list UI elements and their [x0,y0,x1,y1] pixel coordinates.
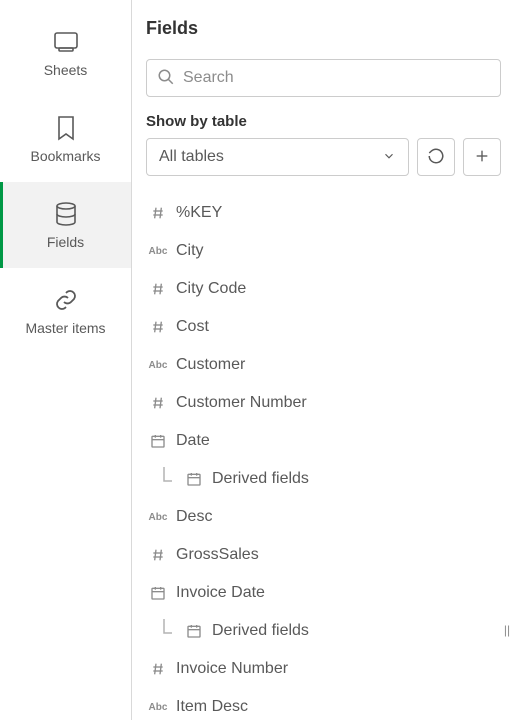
text-type-icon: Abc [146,360,170,371]
numeric-type-icon [146,319,170,335]
sidebar-item-bookmarks[interactable]: Bookmarks [0,96,131,182]
table-selector-value: All tables [159,148,224,166]
field-row[interactable]: Abc Desc [146,498,497,536]
field-row[interactable]: City Code [146,270,497,308]
field-label: City [176,242,204,260]
text-type-icon: Abc [146,702,170,713]
numeric-type-icon [146,661,170,677]
fields-panel: Fields Show by table All tables %KEY Abc C… [132,0,511,720]
chevron-down-icon [382,149,396,166]
field-label: Derived fields [212,622,309,640]
panel-title: Fields [146,18,501,39]
search-input[interactable] [183,69,490,87]
tree-elbow-icon [160,619,180,643]
field-label: Customer [176,356,245,374]
numeric-type-icon [146,395,170,411]
sidebar-item-label: Sheets [44,62,88,78]
field-row[interactable]: Date [146,422,497,460]
add-button[interactable] [463,138,501,176]
field-row[interactable]: Abc City [146,232,497,270]
field-row[interactable]: GrossSales [146,536,497,574]
bookmark-icon [56,114,76,142]
database-icon [53,200,79,228]
numeric-type-icon [146,205,170,221]
field-label: GrossSales [176,546,259,564]
field-label: %KEY [176,204,222,222]
field-row[interactable]: Abc Customer [146,346,497,384]
field-row[interactable]: Cost [146,308,497,346]
field-label: Cost [176,318,209,336]
text-type-icon: Abc [146,246,170,257]
field-label: Date [176,432,210,450]
field-label: Customer Number [176,394,307,412]
table-selector[interactable]: All tables [146,138,409,176]
numeric-type-icon [146,281,170,297]
sidebar-item-fields[interactable]: Fields [0,182,131,268]
date-type-icon [146,585,170,601]
refresh-button[interactable] [417,138,455,176]
resize-handle[interactable]: || [503,610,511,650]
derived-type-icon [182,471,206,487]
field-row[interactable]: Derived fields [146,612,497,650]
search-icon [157,68,175,89]
field-row[interactable]: Abc Item Desc [146,688,497,720]
field-row[interactable]: %KEY [146,194,497,232]
show-by-table-label: Show by table [146,113,501,130]
field-row[interactable]: Derived fields [146,460,497,498]
numeric-type-icon [146,547,170,563]
sidebar-item-sheets[interactable]: Sheets [0,10,131,96]
sidebar: Sheets Bookmarks Fields Master items [0,0,132,720]
link-icon [54,286,78,314]
fields-list[interactable]: %KEY Abc City City Code Cost Abc Customer Custo… [146,194,501,720]
sidebar-item-master-items[interactable]: Master items [0,268,131,354]
text-type-icon: Abc [146,512,170,523]
field-row[interactable]: Customer Number [146,384,497,422]
field-label: Derived fields [212,470,309,488]
date-type-icon [146,433,170,449]
field-row[interactable]: Invoice Date [146,574,497,612]
sidebar-item-label: Master items [25,320,105,336]
tree-elbow-icon [160,467,180,491]
field-label: City Code [176,280,246,298]
sidebar-item-label: Fields [47,234,84,250]
sidebar-item-label: Bookmarks [30,148,100,164]
derived-type-icon [182,623,206,639]
field-label: Desc [176,508,212,526]
field-label: Invoice Date [176,584,265,602]
plus-icon [474,148,490,167]
sheets-icon [53,28,79,56]
field-label: Item Desc [176,698,248,716]
search-field[interactable] [146,59,501,97]
refresh-icon [427,147,445,168]
controls-row: All tables [146,138,501,176]
field-label: Invoice Number [176,660,288,678]
field-row[interactable]: Invoice Number [146,650,497,688]
